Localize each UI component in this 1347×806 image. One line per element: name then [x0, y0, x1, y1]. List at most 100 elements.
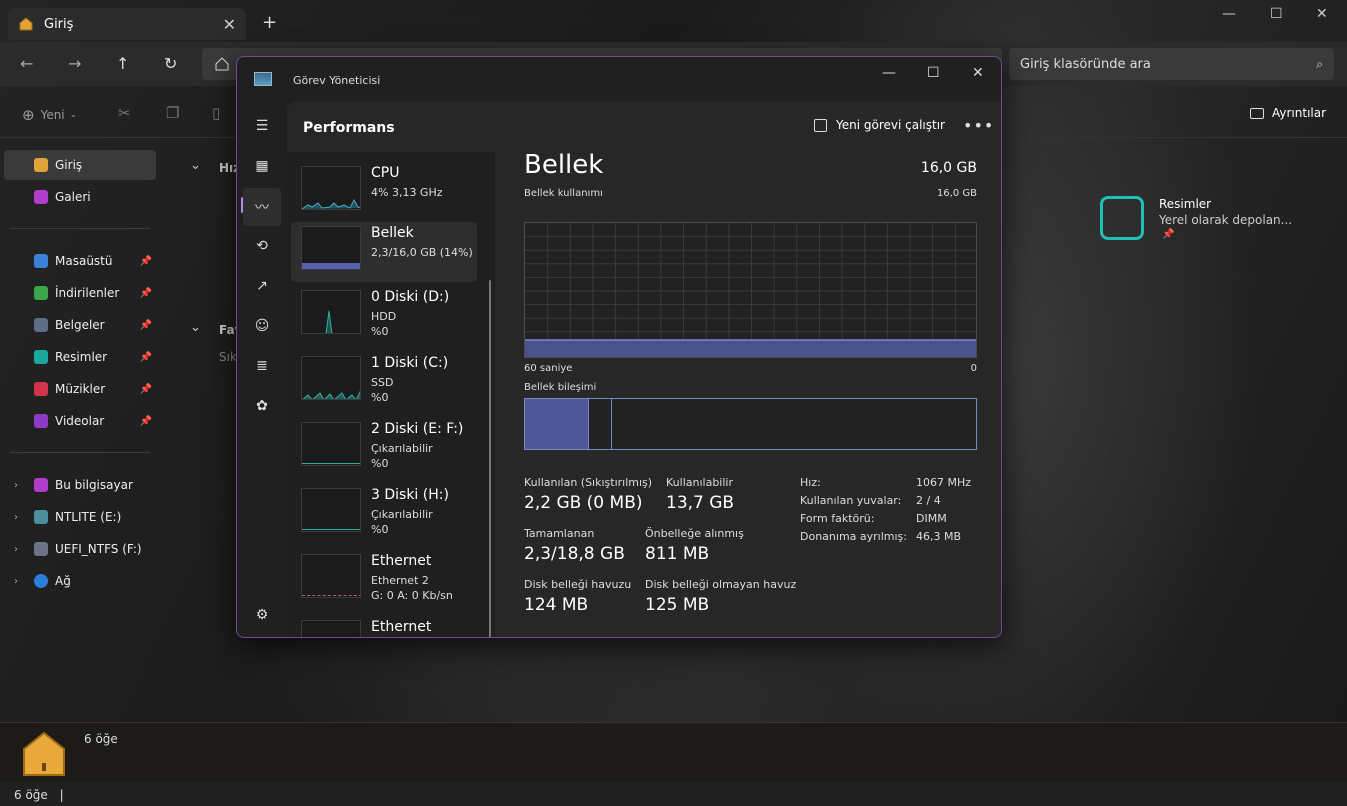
sidebar-item-gallery[interactable]: Galeri: [4, 182, 156, 212]
usage-area: [525, 339, 976, 357]
maximize-icon[interactable]: ☐: [927, 65, 940, 81]
minimize-icon[interactable]: —: [882, 65, 896, 81]
chevron-right-icon[interactable]: ›: [14, 544, 18, 555]
forward-icon[interactable]: →: [68, 54, 81, 73]
pin-icon[interactable]: 📌: [140, 352, 152, 363]
pictures-folder-icon[interactable]: [1100, 196, 1144, 240]
gallery-icon: [34, 190, 48, 204]
users-icon[interactable]: ☺: [251, 315, 273, 337]
up-icon[interactable]: ↑: [116, 54, 129, 73]
sidebar-item-uefi-ntfs[interactable]: › UEFI_NTFS (F:): [4, 534, 156, 564]
sidebar-item-videos[interactable]: Videolar 📌: [4, 406, 156, 436]
list-item-disk-1[interactable]: 1 Diski (C:) SSD %0: [291, 352, 477, 412]
list-item-sub2: G: 0 A: 0 Kb/sn: [371, 589, 453, 602]
disk1-thumbnail-graph: [301, 356, 361, 400]
paste-icon[interactable]: ▯: [212, 104, 220, 122]
divider: [10, 228, 150, 229]
minimize-icon[interactable]: —: [1222, 6, 1236, 22]
sidebar-item-label: Resimler: [55, 350, 108, 364]
list-item-sub: Çıkarılabilir: [371, 508, 433, 521]
list-item-sub: SSD: [371, 376, 394, 389]
maximize-icon[interactable]: ☐: [1270, 6, 1283, 22]
sidebar-item-label: Galeri: [55, 190, 91, 204]
back-icon[interactable]: ←: [20, 54, 33, 73]
details-list-icon[interactable]: ≣: [251, 355, 273, 377]
pin-icon[interactable]: 📌: [140, 384, 152, 395]
list-item-name: Bellek: [371, 225, 414, 241]
list-item-disk-3[interactable]: 3 Diski (H:) Çıkarılabilir %0: [291, 484, 477, 544]
sidebar-item-label: Belgeler: [55, 318, 105, 332]
processes-icon[interactable]: ▦: [251, 155, 273, 177]
close-icon[interactable]: ✕: [1316, 6, 1328, 22]
more-options-icon[interactable]: •••: [963, 116, 994, 135]
list-item-memory[interactable]: Bellek 2,3/16,0 GB (14%): [291, 222, 477, 282]
committed-label: Tamamlanan: [524, 527, 595, 540]
list-item-name: 0 Diski (D:): [371, 289, 450, 305]
app-history-icon[interactable]: ⟲: [251, 235, 273, 257]
refresh-icon[interactable]: ↻: [164, 54, 177, 73]
settings-gear-icon[interactable]: ⚙: [251, 604, 273, 626]
pin-icon[interactable]: 📌: [140, 416, 152, 427]
status-bar: 6 öğe |: [0, 782, 1347, 806]
card-title[interactable]: Resimler: [1159, 197, 1211, 211]
page-title: Performans: [303, 120, 395, 136]
memory-thumbnail-graph: [301, 226, 361, 270]
pin-icon[interactable]: 📌: [140, 320, 152, 331]
list-item-disk-0[interactable]: 0 Diski (D:) HDD %0: [291, 286, 477, 346]
list-item-disk-2[interactable]: 2 Diski (E: F:) Çıkarılabilir %0: [291, 418, 477, 478]
search-box[interactable]: Giriş klasöründe ara ⌕: [1009, 48, 1334, 80]
cut-icon[interactable]: ✂: [118, 104, 131, 122]
list-item-cpu[interactable]: CPU 4% 3,13 GHz: [291, 162, 477, 222]
tab-home[interactable]: Giriş ✕: [8, 8, 246, 40]
startup-apps-icon[interactable]: ↗: [251, 275, 273, 297]
close-icon[interactable]: ✕: [972, 65, 984, 81]
new-tab-button[interactable]: +: [262, 12, 277, 33]
task-manager-icon: [254, 72, 272, 86]
sidebar-item-network[interactable]: › Ağ: [4, 566, 156, 596]
sidebar-item-label: NTLITE (E:): [55, 510, 122, 524]
chevron-right-icon[interactable]: ›: [14, 512, 18, 523]
ethernet-thumbnail-graph: [301, 554, 361, 598]
list-scrollbar[interactable]: [489, 280, 491, 637]
details-label: Ayrıntılar: [1272, 106, 1327, 120]
item-count: 6 öğe: [84, 732, 118, 746]
window-title: Görev Yöneticisi: [293, 74, 381, 87]
copy-icon[interactable]: ❐: [166, 104, 179, 122]
expand-quick-access-icon[interactable]: ⌄: [190, 158, 201, 173]
details-button[interactable]: Ayrıntılar: [1250, 106, 1326, 120]
hamburger-menu-icon[interactable]: ☰: [251, 115, 273, 137]
close-tab-icon[interactable]: ✕: [223, 15, 236, 34]
sidebar-item-ntlite[interactable]: › NTLITE (E:): [4, 502, 156, 532]
videos-icon: [34, 414, 48, 428]
memory-usage-graph: [524, 222, 977, 358]
list-item-sub: 2,3/16,0 GB (14%): [371, 246, 473, 259]
usage-max: 16,0 GB: [936, 188, 977, 199]
pin-icon[interactable]: 📌: [140, 256, 152, 267]
sidebar-item-label: UEFI_NTFS (F:): [55, 542, 142, 556]
sidebar-item-pictures[interactable]: Resimler 📌: [4, 342, 156, 372]
sidebar-item-downloads[interactable]: İndirilenler 📌: [4, 278, 156, 308]
sidebar-item-home[interactable]: Giriş: [4, 150, 156, 180]
sidebar-item-desktop[interactable]: Masaüstü 📌: [4, 246, 156, 276]
list-item-ethernet[interactable]: Ethernet Ethernet 2 G: 0 A: 0 Kb/sn: [291, 550, 477, 610]
performance-icon[interactable]: 〰: [243, 188, 281, 226]
desktop-icon: [34, 254, 48, 268]
sidebar-item-this-pc[interactable]: › Bu bilgisayar: [4, 470, 156, 500]
pin-icon[interactable]: 📌: [1162, 229, 1174, 240]
services-icon[interactable]: ✿: [251, 395, 273, 417]
chevron-right-icon[interactable]: ›: [14, 480, 18, 491]
list-item-ethernet-2[interactable]: Ethernet: [291, 616, 477, 637]
sidebar-item-documents[interactable]: Belgeler 📌: [4, 310, 156, 340]
new-button[interactable]: ⊕ Yeni ⌄: [22, 106, 77, 124]
chevron-right-icon[interactable]: ›: [14, 576, 18, 587]
spec-speed-value: 1067 MHz: [916, 476, 972, 489]
usb-drive-icon: [34, 510, 48, 524]
run-new-task-button[interactable]: Yeni görevi çalıştır: [814, 118, 945, 132]
sidebar-item-music[interactable]: Müzikler 📌: [4, 374, 156, 404]
usage-graph-svg: [525, 223, 976, 357]
sidebar-item-label: Müzikler: [55, 382, 106, 396]
spec-speed-key: Hız:: [800, 476, 821, 489]
expand-favorites-icon[interactable]: ⌄: [190, 320, 201, 335]
list-item-sub: HDD: [371, 310, 397, 323]
pin-icon[interactable]: 📌: [140, 288, 152, 299]
